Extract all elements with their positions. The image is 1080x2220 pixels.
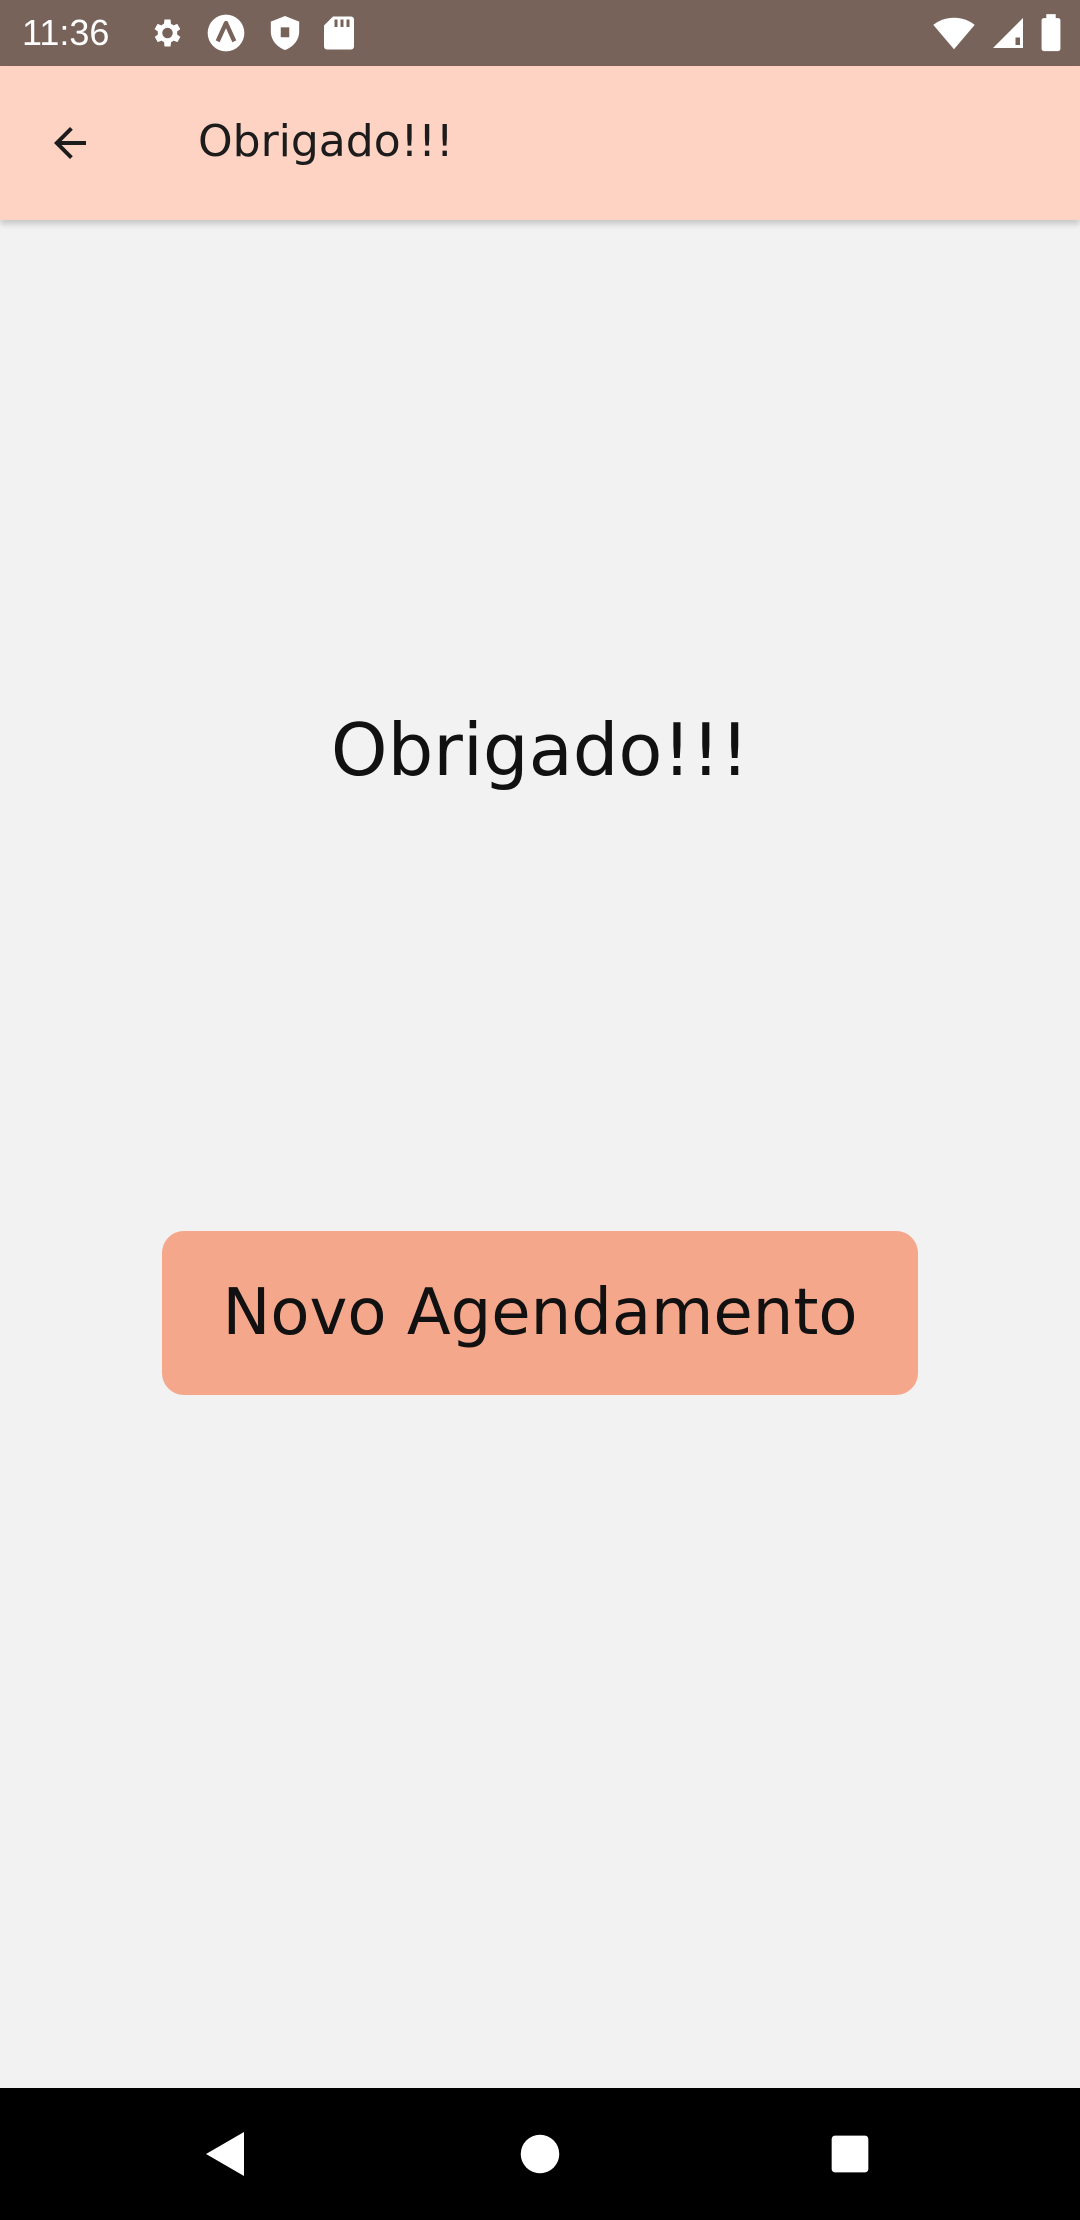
wifi-icon <box>933 17 975 50</box>
back-button[interactable] <box>28 101 112 185</box>
new-booking-button[interactable]: Novo Agendamento <box>162 1231 918 1395</box>
page-title: Obrigado!!! <box>198 116 454 167</box>
android-auto-icon <box>207 14 245 52</box>
new-booking-button-label: Novo Agendamento <box>222 1276 858 1350</box>
nav-recents-button[interactable] <box>814 2118 886 2190</box>
sd-card-icon <box>324 16 354 50</box>
shield-icon <box>270 16 300 50</box>
thank-you-message: Obrigado!!! <box>330 708 750 792</box>
app-bar: Obrigado!!! <box>0 66 1080 220</box>
arrow-back-icon <box>54 127 86 159</box>
nav-back-button[interactable] <box>190 2118 262 2190</box>
signal-icon <box>993 18 1023 48</box>
navigation-bar <box>0 2088 1080 2220</box>
status-icons-right <box>932 14 1062 52</box>
back-triangle-icon <box>206 2132 244 2176</box>
home-circle-icon <box>520 2134 560 2174</box>
status-icons-left <box>148 14 354 52</box>
nav-home-button[interactable] <box>504 2118 576 2190</box>
status-time: 11:36 <box>22 12 110 53</box>
battery-icon <box>1041 14 1061 52</box>
recents-square-icon <box>831 2135 869 2173</box>
settings-icon <box>154 19 181 47</box>
screen: 11:36 Obrigado!!! Obrigado!!! Novo Agend… <box>0 0 1080 2220</box>
status-bar: 11:36 <box>0 0 1080 66</box>
